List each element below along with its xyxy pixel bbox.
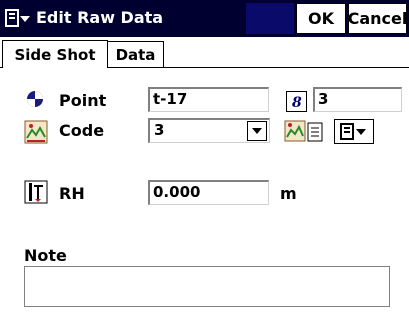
code-select-value: 3 <box>154 121 165 139</box>
menu-dropdown-icon <box>340 122 366 140</box>
code-attributes-button[interactable] <box>283 118 327 146</box>
ok-button[interactable]: OK <box>296 3 346 34</box>
note-label: Note <box>24 246 67 265</box>
rh-input[interactable]: 0.000 <box>148 180 269 205</box>
code-icon <box>23 119 49 145</box>
tab-data[interactable]: Data <box>108 41 164 68</box>
tab-side-shot[interactable]: Side Shot <box>2 40 108 68</box>
window-title: Edit Raw Data <box>36 8 164 27</box>
title-accent-block <box>246 3 294 34</box>
rh-unit: m <box>280 184 297 203</box>
point-icon <box>24 88 46 110</box>
point-code-button[interactable]: 8 <box>286 91 307 112</box>
code-number-icon: 8 <box>292 95 302 110</box>
svg-text:8: 8 <box>292 95 302 110</box>
point-label: Point <box>59 91 107 110</box>
rh-label: RH <box>59 184 85 203</box>
code-label: Code <box>59 121 105 140</box>
cancel-button[interactable]: Cancel <box>348 3 407 34</box>
code-dropdown-button[interactable] <box>247 121 267 141</box>
tab-bar: Side Shot Data <box>0 37 409 68</box>
title-bar: Edit Raw Data OK Cancel <box>0 0 409 37</box>
rod-height-icon <box>23 179 49 205</box>
note-input[interactable] <box>24 266 390 307</box>
window-menu-button[interactable] <box>2 4 34 33</box>
code-select[interactable]: 3 <box>148 118 270 143</box>
menu-dropdown-icon <box>5 8 30 27</box>
code-menu-button[interactable] <box>334 119 374 144</box>
code-list-icon <box>284 120 323 142</box>
point-code-number-input[interactable]: 3 <box>313 87 402 112</box>
chevron-down-icon <box>252 128 262 134</box>
point-input[interactable]: t-17 <box>148 87 269 112</box>
